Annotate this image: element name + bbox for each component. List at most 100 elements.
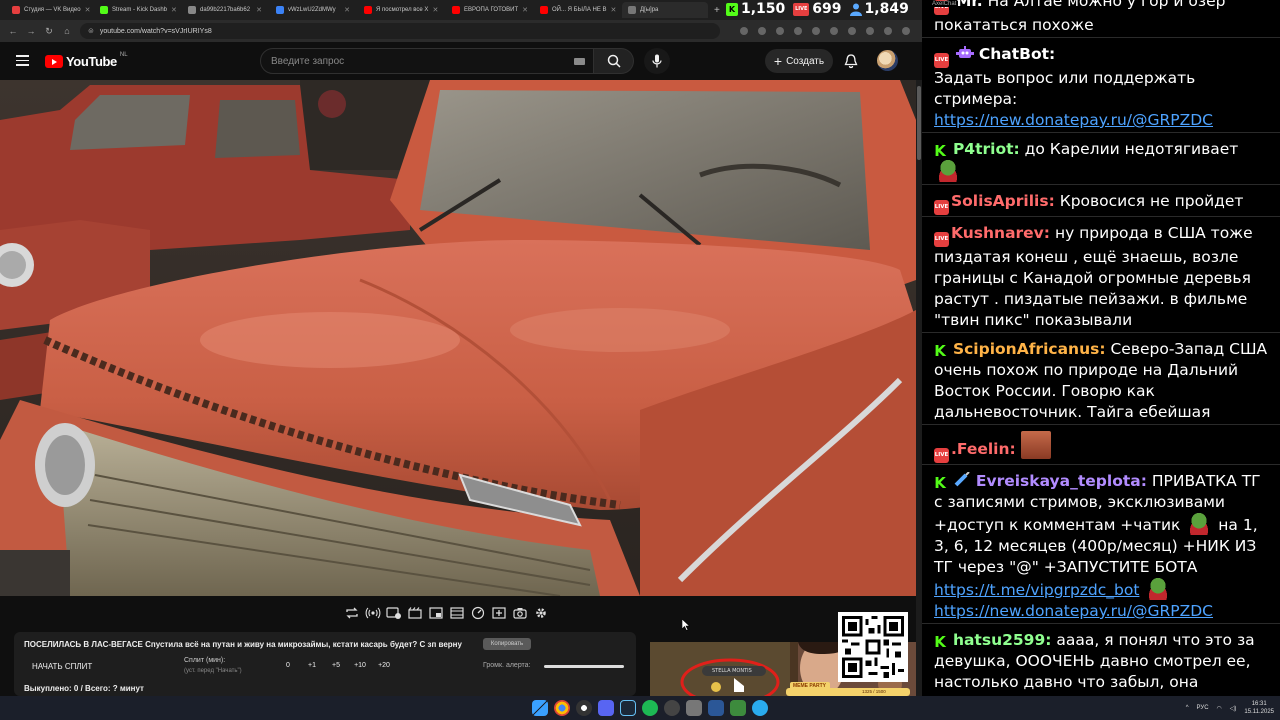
- app-icon[interactable]: [730, 700, 746, 716]
- extension-icon[interactable]: [794, 27, 802, 35]
- search-input[interactable]: Введите запрос: [260, 48, 594, 74]
- tab-close-icon[interactable]: ✕: [432, 6, 438, 14]
- split-add-5-button[interactable]: +5: [324, 662, 348, 669]
- spotify-icon[interactable]: [642, 700, 658, 716]
- screen: { "browser": { "tabs": [ {"title": "Студ…: [0, 0, 1280, 720]
- telegram-icon[interactable]: [752, 700, 768, 716]
- broadcast-icon[interactable]: [365, 605, 381, 621]
- tab-close-icon[interactable]: ✕: [85, 6, 91, 14]
- total-viewers: 1,849: [849, 1, 909, 17]
- browser-tab[interactable]: Stream - Kick Dashb ✕: [94, 2, 180, 18]
- screenshot-settings-icon[interactable]: [386, 605, 402, 621]
- split-add-1-button[interactable]: +1: [300, 662, 324, 669]
- tab-close-icon[interactable]: ✕: [522, 6, 528, 14]
- browser-toolbar: ← → ↻ ⌂ ⊜ youtube.com/watch?v=sVJrIURIYs…: [0, 20, 922, 42]
- tab-close-icon[interactable]: ✕: [171, 6, 177, 14]
- chat-nick[interactable]: Kushnarev:: [951, 224, 1050, 242]
- browser-tab[interactable]: Студия — VK Видео ✕: [6, 2, 92, 18]
- start-icon[interactable]: [532, 700, 548, 716]
- browser-tab[interactable]: ЕВРОПА ГОТОВИТ ✕: [446, 2, 532, 18]
- chat-nick[interactable]: SolisAprilis:: [951, 192, 1055, 210]
- pepe-emote-icon: [934, 160, 962, 182]
- chat-nick[interactable]: Evreiskaya_teplota:: [976, 472, 1147, 490]
- chat-nick[interactable]: Mr.: [956, 0, 983, 10]
- language-indicator[interactable]: РУС: [1197, 705, 1209, 711]
- video-player[interactable]: [0, 80, 916, 596]
- vk-live-icon: LIVE: [934, 232, 949, 247]
- chat-nick[interactable]: ChatBot:: [979, 45, 1055, 63]
- chat-nick[interactable]: .Feelin:: [951, 440, 1016, 458]
- tab-close-icon[interactable]: ✕: [256, 6, 262, 14]
- url-text: youtube.com/watch?v=sVJrIURIYs8: [99, 27, 212, 35]
- home-icon[interactable]: ⌂: [62, 26, 72, 36]
- browser-tab-active[interactable]: Д[ы]ра: [622, 2, 708, 18]
- meme-party-progress: 1325 / 1500: [862, 689, 886, 694]
- account-avatar[interactable]: [877, 50, 898, 71]
- chat-text: Кровосися не пройдет: [1059, 192, 1244, 210]
- vk-live-icon: LIVE: [934, 200, 949, 215]
- extension-icon[interactable]: [848, 27, 856, 35]
- notifications-bell-icon[interactable]: [842, 52, 860, 70]
- chat-nick[interactable]: P4triot:: [953, 140, 1020, 158]
- steam-icon[interactable]: [620, 700, 636, 716]
- tray-chevron-icon[interactable]: ^: [1186, 705, 1189, 711]
- extension-icon[interactable]: [830, 27, 838, 35]
- volume-icon[interactable]: ◁): [1230, 705, 1237, 712]
- extension-icon[interactable]: [866, 27, 874, 35]
- wifi-icon[interactable]: ◠: [1217, 705, 1222, 712]
- keyboard-icon[interactable]: [574, 58, 585, 65]
- browser-tab[interactable]: ОЙ... Я БЫЛА НЕ В ✕: [534, 2, 620, 18]
- app-icon[interactable]: [708, 700, 724, 716]
- extension-icon[interactable]: [884, 27, 892, 35]
- split-add-20-button[interactable]: +20: [372, 662, 396, 669]
- split-hint: (уст. перед "Начать"): [184, 668, 242, 674]
- search-icon: [607, 54, 621, 68]
- chat-link[interactable]: https://new.donatepay.ru/@GRPZDC: [934, 111, 1213, 129]
- forward-icon[interactable]: →: [26, 26, 36, 36]
- scrollbar-thumb[interactable]: [917, 86, 921, 160]
- loop-icon[interactable]: [344, 605, 360, 621]
- voice-search-button[interactable]: [644, 48, 670, 74]
- browser-tab[interactable]: vWzLwU2ZdMWy ✕: [270, 2, 356, 18]
- chat-link[interactable]: https://new.donatepay.ru/@GRPZDC: [934, 602, 1213, 620]
- camera-icon[interactable]: [512, 605, 528, 621]
- miniplayer-icon[interactable]: [428, 605, 444, 621]
- split-minutes-label: Сплит (мин):: [184, 657, 226, 664]
- browser-tab[interactable]: da99b2217ba6b62 ✕: [182, 2, 268, 18]
- extension-icon[interactable]: [776, 27, 784, 35]
- start-split-button[interactable]: НАЧАТЬ СПЛИТ: [32, 662, 92, 671]
- chat-nick[interactable]: hatsu2599:: [953, 631, 1052, 649]
- app-icon[interactable]: [664, 700, 680, 716]
- split-add-10-button[interactable]: +10: [348, 662, 372, 669]
- extension-icon[interactable]: [740, 27, 748, 35]
- speed-gauge-icon[interactable]: [470, 605, 486, 621]
- youtube-logo[interactable]: YouTube NL: [45, 52, 128, 69]
- chat-link[interactable]: https://t.me/vipgrpzdc_bot: [934, 581, 1139, 599]
- clapper-icon[interactable]: [407, 605, 423, 621]
- back-icon[interactable]: ←: [8, 26, 18, 36]
- extension-icon[interactable]: [758, 27, 766, 35]
- address-bar[interactable]: ⊜ youtube.com/watch?v=sVJrIURIYs8: [80, 23, 720, 39]
- tab-close-icon[interactable]: ✕: [611, 6, 617, 14]
- clock[interactable]: 16:31 15.11.2025: [1244, 700, 1274, 716]
- extension-icon[interactable]: [812, 27, 820, 35]
- site-info-icon[interactable]: ⊜: [88, 27, 94, 35]
- new-tab-button[interactable]: +: [714, 5, 720, 16]
- copy-promo-button[interactable]: Копировать: [483, 638, 531, 650]
- settings-gear-icon[interactable]: [533, 605, 549, 621]
- search-button[interactable]: [594, 48, 634, 74]
- discord-icon[interactable]: [598, 700, 614, 716]
- app-icon[interactable]: [686, 700, 702, 716]
- menu-icon[interactable]: [16, 55, 29, 66]
- extension-icon[interactable]: [902, 27, 910, 35]
- chrome-icon[interactable]: [554, 700, 570, 716]
- obs-icon[interactable]: [576, 700, 592, 716]
- chat-nick[interactable]: ScipionAfricanus:: [953, 340, 1106, 358]
- reload-icon[interactable]: ↻: [44, 26, 54, 37]
- film-icon[interactable]: [449, 605, 465, 621]
- alert-volume-slider[interactable]: [544, 665, 624, 668]
- add-to-playlist-icon[interactable]: [491, 605, 507, 621]
- browser-tab[interactable]: Я посмотрел все X ✕: [358, 2, 444, 18]
- tab-close-icon[interactable]: ✕: [344, 6, 350, 14]
- create-button[interactable]: + Создать: [765, 49, 833, 73]
